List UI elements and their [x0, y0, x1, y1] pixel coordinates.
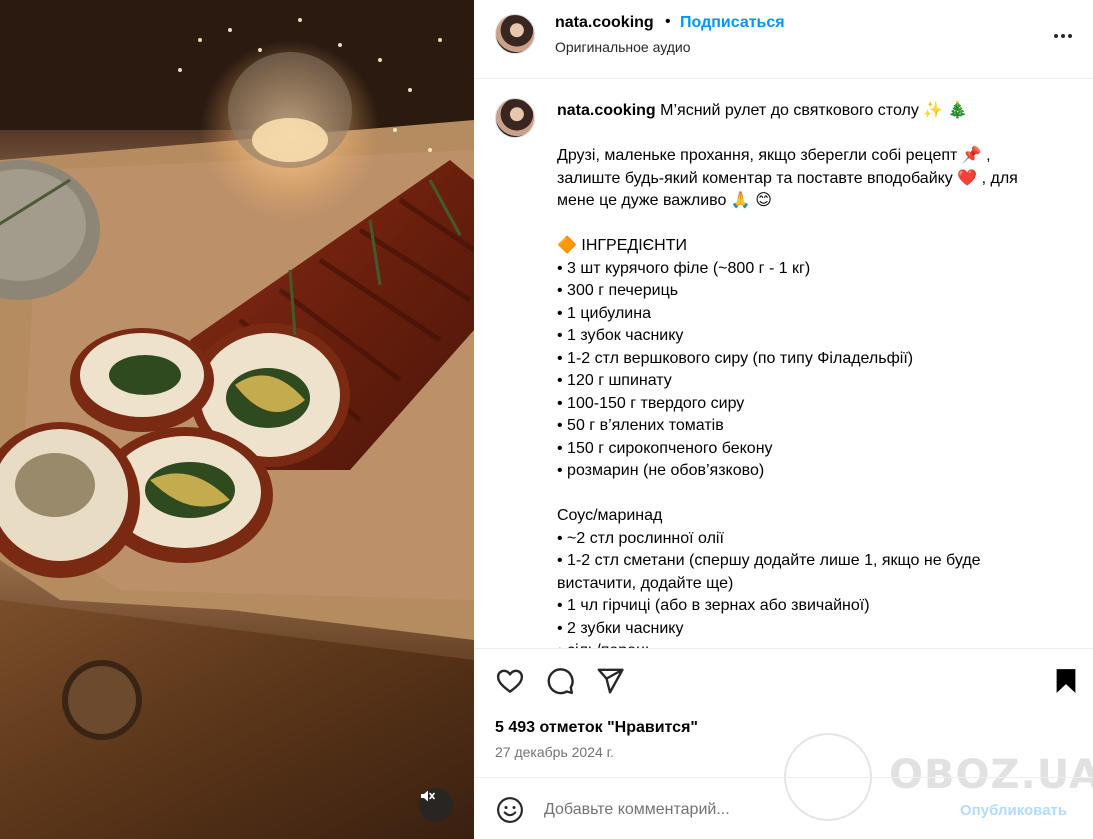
caption-section: nata.cooking М’ясний рулет до святкового… — [474, 80, 1093, 648]
likes-count[interactable]: 5 493 отметок "Нравится" — [495, 719, 698, 737]
caption-line: • 120 г шпинату — [557, 372, 672, 389]
save-button[interactable] — [1051, 666, 1081, 696]
caption-title: М’ясний рулет до святкового столу ✨ 🎄 — [660, 102, 968, 119]
heart-icon — [495, 669, 525, 700]
caption-line: • 1-2 стл вершкового сиру (по типу Філад… — [557, 349, 914, 367]
avatar[interactable] — [495, 14, 535, 54]
like-button[interactable] — [495, 666, 525, 696]
post-panel: nata.cooking • Подписаться Оригинальное … — [474, 0, 1093, 839]
caption-line: • 1 чл гірчиці (або в зернах або звичайн… — [557, 597, 870, 614]
caption-line: 🔶 ІНГРЕДІЄНТИ — [557, 237, 687, 254]
caption-line: • 1 зубок часнику — [557, 327, 684, 344]
caption-line: • 1 цибулина — [557, 304, 651, 322]
publish-button[interactable]: Опубликовать — [960, 802, 1067, 819]
comment-input[interactable] — [544, 797, 944, 823]
caption-line: • 150 г сирокопченого бекону — [557, 439, 773, 457]
caption-header: nata.cooking М’ясний рулет до святкового… — [557, 100, 1067, 122]
audio-label[interactable]: Оригинальное аудио — [555, 39, 691, 55]
emoji-icon — [495, 797, 525, 829]
food-photo — [0, 0, 474, 839]
post-header: nata.cooking • Подписаться Оригинальное … — [474, 0, 1093, 79]
caption-line: • 100-150 г твердого сиру — [557, 394, 745, 412]
caption-body: Друзі, маленьке прохання, якщо зберегли … — [557, 145, 1062, 648]
post-date[interactable]: 27 декабрь 2024 г. — [495, 744, 614, 760]
caption-line: Соус/маринад — [557, 507, 663, 524]
more-horizontal-icon — [1051, 34, 1075, 52]
comment-bar: Опубликовать — [474, 778, 1093, 839]
action-bar — [474, 649, 1093, 711]
mute-button[interactable] — [419, 788, 453, 822]
caption-username-link[interactable]: nata.cooking — [557, 102, 656, 119]
comment-icon — [545, 668, 575, 700]
bookmark-icon — [1051, 669, 1081, 700]
avatar[interactable] — [495, 98, 535, 138]
comment-button[interactable] — [545, 666, 575, 696]
caption-line: • розмарин (не обов’язково) — [557, 462, 765, 479]
emoji-button[interactable] — [495, 795, 525, 825]
caption-line: • 1-2 стл сметани (спершу додайте лише 1… — [557, 552, 981, 569]
caption-line: залиште будь-який коментар та поставте в… — [557, 169, 1018, 187]
caption-line: Друзі, маленьке прохання, якщо зберегли … — [557, 147, 991, 164]
caption-line: • ~2 стл рослинної олії — [557, 529, 724, 547]
caption-line: • 50 г в’ялених томатів — [557, 417, 724, 434]
caption-line: мене це дуже важливо 🙏 😊 — [557, 192, 772, 209]
caption-line: • 3 шт курячого філе (~800 г - 1 кг) — [557, 259, 811, 277]
caption-line: • 300 г печериць — [557, 282, 679, 299]
caption-line — [557, 213, 1062, 236]
follow-button[interactable]: Подписаться — [680, 14, 785, 32]
more-options-button[interactable] — [1051, 24, 1075, 48]
separator-dot: • — [665, 13, 671, 30]
caption-line: • сіль/перець — [557, 640, 1062, 648]
caption-line: вистачити, додайте ще) — [557, 574, 734, 592]
caption-line — [557, 483, 1062, 506]
post-media[interactable] — [0, 0, 474, 839]
username-link[interactable]: nata.cooking — [555, 14, 654, 32]
caption-line: • 2 зубки часнику — [557, 619, 684, 637]
share-button[interactable] — [595, 666, 625, 696]
send-icon — [595, 668, 625, 700]
